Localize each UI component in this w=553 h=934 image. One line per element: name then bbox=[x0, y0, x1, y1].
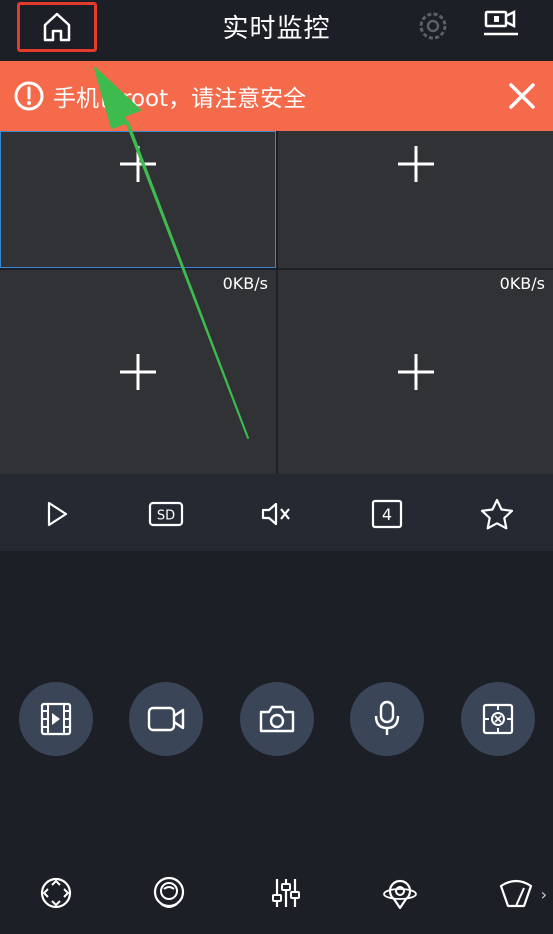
location-icon bbox=[383, 879, 417, 910]
root-warning-banner: 手机已root，请注意安全 bbox=[0, 61, 553, 131]
mute-icon bbox=[261, 502, 290, 526]
split-4-icon: 4 bbox=[371, 499, 403, 529]
camera-list-icon[interactable] bbox=[482, 8, 520, 42]
screenshot-icon bbox=[482, 703, 514, 735]
microphone-icon bbox=[374, 700, 400, 735]
add-camera-icon[interactable] bbox=[118, 352, 158, 392]
video-grid: 0KB/s 0KB/s bbox=[0, 131, 553, 474]
playback-button[interactable] bbox=[19, 682, 93, 756]
video-cell-1[interactable] bbox=[0, 131, 276, 268]
close-icon[interactable] bbox=[507, 81, 537, 111]
warning-circle-icon bbox=[14, 81, 44, 111]
preset-location-button[interactable] bbox=[380, 873, 420, 913]
add-camera-icon[interactable] bbox=[396, 144, 436, 184]
video-cell-2[interactable] bbox=[278, 131, 553, 268]
sd-label: SD bbox=[157, 509, 175, 524]
adjust-sliders-icon bbox=[272, 879, 300, 907]
bitrate-label: 0KB/s bbox=[222, 274, 268, 293]
action-area: › bbox=[0, 551, 553, 934]
more-arrow[interactable]: › bbox=[541, 885, 547, 904]
record-button[interactable] bbox=[129, 682, 203, 756]
sd-quality-icon: SD bbox=[148, 501, 184, 527]
ptz-icon bbox=[40, 877, 72, 909]
play-button[interactable] bbox=[38, 496, 74, 532]
video-cell-4[interactable]: 0KB/s bbox=[278, 270, 553, 474]
talk-button[interactable] bbox=[350, 682, 424, 756]
split-label: 4 bbox=[382, 505, 392, 524]
add-camera-icon[interactable] bbox=[396, 352, 436, 392]
favorite-star-icon bbox=[480, 498, 514, 530]
top-bar: 实时监控 bbox=[0, 0, 553, 60]
snapshot-button[interactable] bbox=[240, 682, 314, 756]
wiper-icon bbox=[499, 879, 533, 908]
favorite-button[interactable] bbox=[479, 496, 515, 532]
alert-text: 手机已root，请注意安全 bbox=[53, 86, 307, 112]
fisheye-icon bbox=[153, 876, 185, 908]
page-title: 实时监控 bbox=[222, 14, 331, 44]
video-cell-3[interactable]: 0KB/s bbox=[0, 270, 276, 474]
gear-icon[interactable] bbox=[417, 10, 449, 42]
snapshot-icon bbox=[259, 705, 295, 733]
image-adjust-button[interactable] bbox=[266, 873, 306, 913]
mute-button[interactable] bbox=[258, 496, 294, 532]
wiper-button[interactable] bbox=[496, 873, 536, 913]
fisheye-button[interactable] bbox=[149, 873, 189, 913]
playback-controls: SD 4 bbox=[0, 474, 553, 551]
bitrate-label: 0KB/s bbox=[499, 274, 545, 293]
split-screen-button[interactable]: 4 bbox=[369, 496, 405, 532]
video-playback-icon bbox=[40, 702, 72, 736]
quality-button[interactable]: SD bbox=[148, 496, 184, 532]
play-icon bbox=[47, 501, 68, 527]
add-camera-icon[interactable] bbox=[118, 144, 158, 184]
record-icon bbox=[147, 706, 185, 732]
capture-button[interactable] bbox=[461, 682, 535, 756]
ptz-button[interactable] bbox=[36, 873, 76, 913]
